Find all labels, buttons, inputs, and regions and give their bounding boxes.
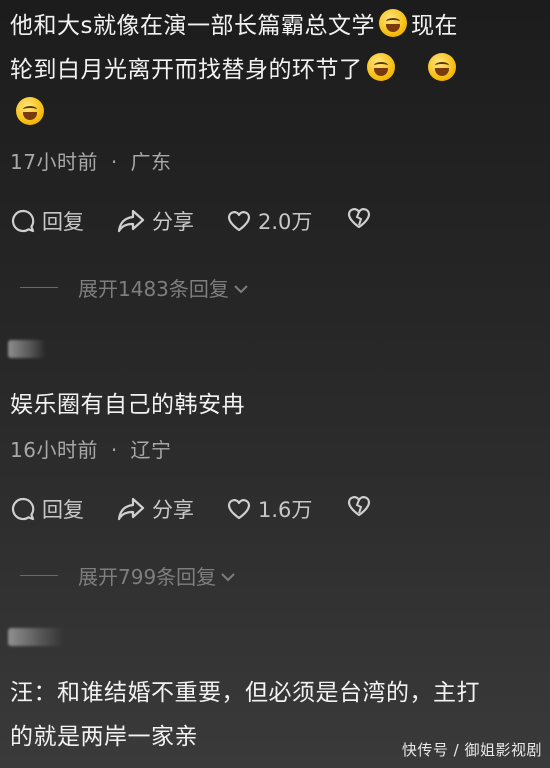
heart-icon — [226, 497, 252, 521]
expand-replies-label: 展开1483条回复 — [78, 277, 229, 301]
watermark: 快传号 / 御姐影视剧 — [401, 741, 542, 759]
laughing-tears-emoji-icon — [16, 97, 44, 125]
like-count: 2.0万 — [258, 210, 313, 234]
comment-time: 16小时前 — [10, 438, 98, 462]
comment-meta: 16小时前 · 辽宁 — [10, 434, 172, 463]
broken-heart-icon — [346, 206, 372, 230]
laughing-tears-emoji-icon — [366, 53, 395, 81]
meta-separator: · — [110, 438, 118, 462]
comment-location: 广东 — [130, 150, 172, 174]
comment-meta: 17小时前 · 广东 — [10, 146, 172, 175]
avatar[interactable] — [8, 340, 46, 358]
laughing-tears-emoji-icon — [378, 9, 407, 37]
comment-actions: 回复 分享 2.0万 — [10, 206, 430, 236]
reply-label: 回复 — [42, 498, 84, 522]
expand-replies[interactable]: 展开1483条回复 — [20, 273, 249, 302]
dislike-button[interactable] — [346, 206, 372, 230]
comment-text: 他和大s就像在演一部长篇霸总文学 现在 轮到白月光离开而找替身的环节了 — [10, 4, 538, 136]
comment-bubble-icon — [10, 208, 36, 234]
comment-bubble-icon — [10, 496, 36, 522]
expand-replies-label: 展开799条回复 — [78, 565, 217, 589]
comment-time: 17小时前 — [10, 150, 98, 174]
broken-heart-icon — [346, 494, 372, 518]
reply-label: 回复 — [42, 210, 84, 234]
meta-separator: · — [110, 150, 118, 174]
divider — [20, 287, 58, 288]
dislike-button[interactable] — [346, 494, 372, 518]
chevron-down-icon — [220, 564, 236, 588]
comment-location: 辽宁 — [130, 438, 172, 462]
comment-text-line: 娱乐圈有自己的韩安冉 — [10, 392, 245, 418]
divider — [20, 575, 58, 576]
share-label: 分享 — [152, 210, 194, 234]
comment-text-line: 现在 — [410, 13, 458, 39]
share-arrow-icon — [116, 208, 146, 234]
expand-replies[interactable]: 展开799条回复 — [20, 561, 236, 590]
reply-button[interactable]: 回复 — [10, 494, 84, 524]
heart-icon — [226, 209, 252, 233]
reply-button[interactable]: 回复 — [10, 206, 84, 236]
like-button[interactable]: 1.6万 — [226, 494, 312, 524]
avatar[interactable] — [8, 628, 64, 646]
comment-text-line: 他和大s就像在演一部长篇霸总文学 — [10, 13, 375, 39]
like-count: 1.6万 — [258, 498, 313, 522]
like-button[interactable]: 2.0万 — [226, 206, 312, 236]
comment-text-line: 汪：和谁结婚不重要，但必须是台湾的，主打 — [10, 680, 480, 706]
share-label: 分享 — [152, 498, 194, 522]
chevron-down-icon — [233, 276, 249, 300]
share-button[interactable]: 分享 — [116, 494, 194, 524]
laughing-tears-emoji-icon — [428, 53, 457, 81]
comment-actions: 回复 分享 1.6万 — [10, 494, 430, 524]
comment-text: 娱乐圈有自己的韩安冉 — [10, 383, 538, 427]
comment-text-line: 轮到白月光离开而找替身的环节了 — [10, 57, 363, 83]
share-arrow-icon — [116, 496, 146, 522]
share-button[interactable]: 分享 — [116, 206, 194, 236]
comment-text-line: 的就是两岸一家亲 — [10, 724, 198, 750]
